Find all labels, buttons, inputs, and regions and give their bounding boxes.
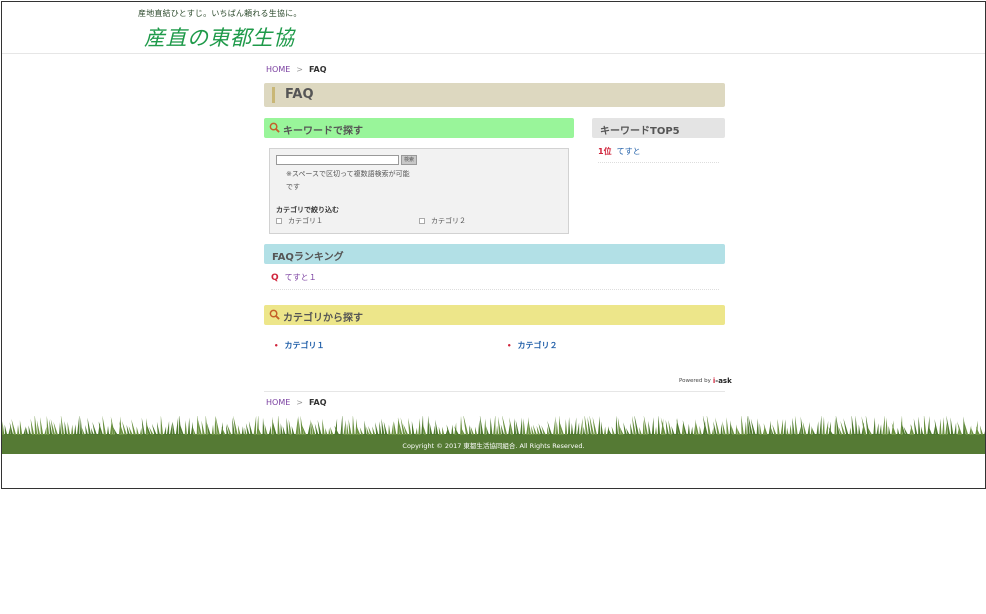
checkbox-icon[interactable]	[419, 218, 425, 224]
bullet-icon: •	[274, 342, 279, 350]
breadcrumb: HOME > FAQ	[266, 65, 327, 74]
powered-by: Powered by i-ask	[679, 377, 732, 385]
search-icon	[269, 122, 280, 133]
faq-question-link[interactable]: てすと１	[285, 273, 317, 282]
i-ask-logo-rest: -ask	[715, 377, 732, 385]
site-header: 産地直結ひとすじ。いちばん頼れる生協に。 産直の東都生協	[2, 2, 985, 54]
breadcrumb-separator: >	[296, 65, 303, 74]
category-search-heading: カテゴリから探す	[264, 305, 725, 325]
category-search-heading-label: カテゴリから探す	[283, 313, 363, 324]
faq-ranking-heading-label: FAQランキング	[272, 252, 344, 263]
bullet-icon: •	[507, 342, 512, 350]
site-tagline: 産地直結ひとすじ。いちばん頼れる生協に。	[138, 9, 302, 18]
breadcrumb-home-link[interactable]: HOME	[266, 398, 290, 407]
category-filter-label-2: カテゴリ２	[431, 217, 466, 225]
keyword-top5-item: 1位 てすと	[598, 146, 719, 163]
question-marker: Q	[271, 273, 279, 283]
keyword-search-heading-label: キーワードで探す	[283, 126, 363, 137]
page-title-bar: FAQ	[264, 83, 725, 107]
search-icon	[269, 309, 280, 320]
page-title: FAQ	[285, 87, 314, 102]
search-hint-text: ※スペースで区切って複数語検索が可能です	[286, 170, 410, 191]
breadcrumb-current: FAQ	[308, 398, 327, 407]
keyword-top5-heading: キーワードTOP5	[592, 118, 725, 138]
site-logo[interactable]: 産直の東都生協	[144, 22, 295, 52]
breadcrumb-bottom: HOME > FAQ	[266, 398, 327, 407]
category-filter-label-1: カテゴリ１	[288, 217, 323, 225]
category-link-label-1[interactable]: カテゴリ１	[284, 341, 324, 350]
breadcrumb-home-link[interactable]: HOME	[266, 65, 290, 74]
i-ask-logo[interactable]: i-ask	[713, 377, 732, 385]
page-frame: 産地直結ひとすじ。いちばん頼れる生協に。 産直の東都生協 HOME > FAQ FA…	[1, 1, 986, 489]
search-button[interactable]: 検索	[401, 155, 417, 165]
keyword-rank: 1位	[598, 147, 612, 156]
keyword-link[interactable]: てすと	[617, 147, 641, 156]
category-filter-heading: カテゴリで絞り込む	[276, 206, 339, 214]
checkbox-icon[interactable]	[276, 218, 282, 224]
powered-by-prefix: Powered by	[679, 378, 711, 384]
category-filter-checkbox-1[interactable]: カテゴリ１	[276, 216, 323, 226]
breadcrumb-current: FAQ	[308, 65, 327, 74]
title-accent-bar	[272, 87, 275, 103]
copyright-text: Copyright © 2017 東都生活協同組合. All Rights Re…	[402, 442, 585, 450]
faq-ranking-item: Q てすと１	[271, 272, 719, 290]
faq-ranking-heading: FAQランキング	[264, 244, 725, 264]
category-link-1[interactable]: • カテゴリ１	[274, 340, 324, 351]
category-filter-checkbox-2[interactable]: カテゴリ２	[419, 216, 466, 226]
bottom-divider	[264, 391, 725, 392]
keyword-top5-heading-label: キーワードTOP5	[600, 126, 680, 137]
breadcrumb-separator: >	[296, 398, 303, 407]
keyword-search-heading: キーワードで探す	[264, 118, 574, 138]
category-link-label-2[interactable]: カテゴリ２	[517, 341, 557, 350]
keyword-search-panel: 検索 ※スペースで区切って複数語検索が可能です カテゴリで絞り込む カテゴリ１ …	[269, 148, 569, 234]
category-link-2[interactable]: • カテゴリ２	[507, 340, 557, 351]
keyword-search-input[interactable]	[276, 155, 399, 165]
